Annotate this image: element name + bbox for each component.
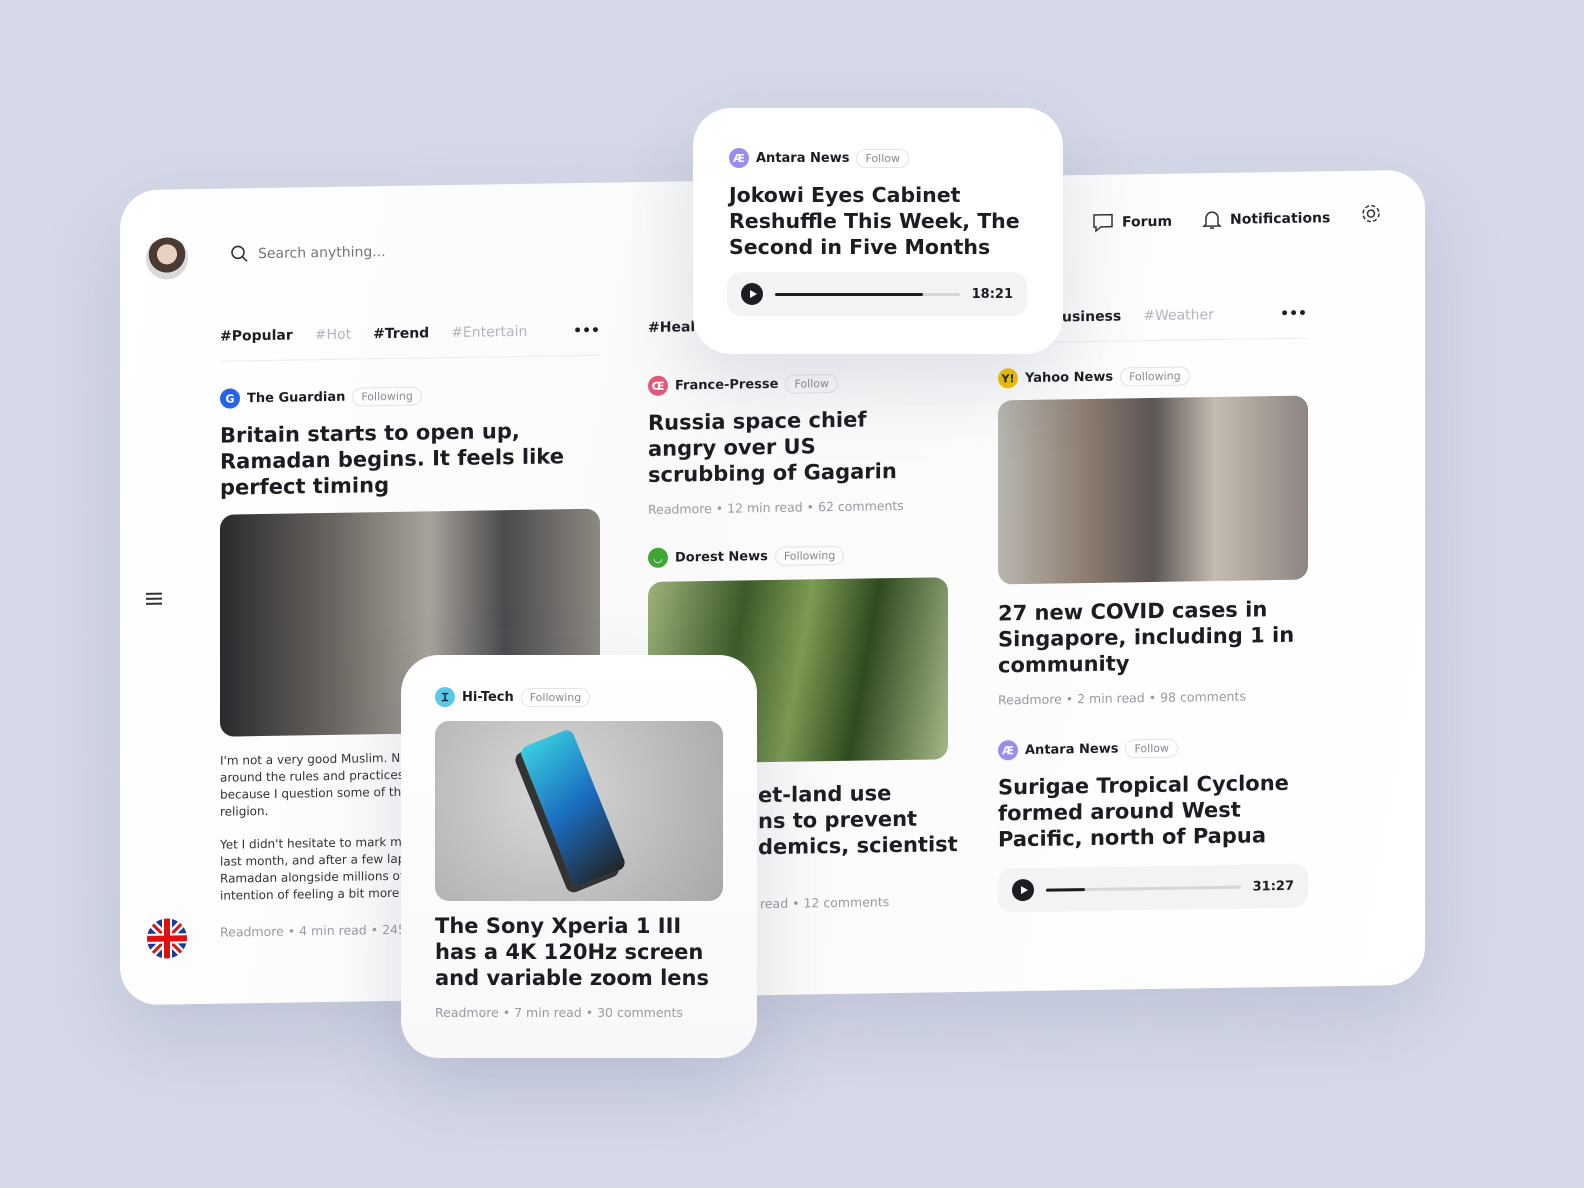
readmore-link[interactable]: Readmore [220,924,284,940]
forum-label: Forum [1122,213,1173,231]
article-meta: Readmore • 7 min read • 30 comments [435,1005,683,1020]
source-name: The Guardian [247,389,346,406]
play-icon[interactable] [1012,878,1034,902]
notifications-button[interactable]: Notifications [1202,207,1330,231]
tab-weather[interactable]: #Weather [1143,307,1214,324]
progress-slider[interactable] [775,292,960,296]
follow-button[interactable]: Follow [1125,738,1178,758]
article-title[interactable]: 27 new COVID cases in Singapore, includi… [998,596,1308,679]
featured-article-card[interactable]: Ɪ Hi-Tech Following The Sony Xperia 1 III … [401,655,757,1058]
forum-button[interactable]: Forum [1092,212,1172,233]
tab-entertain[interactable]: #Entertain [451,324,527,341]
more-icon[interactable]: ••• [1280,306,1307,322]
article-title[interactable]: The Sony Xperia 1 III has a 4K 120Hz scr… [435,913,723,991]
phone-illustration [518,727,628,889]
article-meta: Readmore • 12 min read • 62 comments [648,497,904,517]
article-title[interactable]: Russia space chief angry over US scrubbi… [648,406,928,488]
source-name: Yahoo News [1025,369,1114,386]
article-antara-cyclone[interactable]: Æ Antara News Follow Surigae Tropical Cycl… [998,736,1308,913]
france-presse-logo: Œ [648,375,668,396]
source-name: Antara News [1025,741,1119,758]
search-input[interactable] [258,242,498,263]
featured-audio-card[interactable]: Æ Antara News Follow Jokowi Eyes Cabinet R… [693,108,1063,354]
readmore-link[interactable]: Readmore [998,691,1062,707]
menu-icon[interactable] [146,590,162,608]
tab-trend[interactable]: #Trend [373,325,429,342]
follow-button[interactable]: Following [1120,365,1190,387]
antara-logo: Æ [729,148,749,168]
article-meta: Readmore • 2 min read • 98 comments [998,688,1246,708]
source-name: Hi-Tech [462,689,514,705]
follow-button[interactable]: Follow [856,148,909,168]
readmore-link[interactable]: Readmore [648,501,712,517]
search-bar[interactable] [230,240,530,265]
yahoo-logo: Y! [998,368,1018,389]
tab-bar-right: usiness #Weather ••• [1062,306,1307,326]
tab-health[interactable]: #Heal [648,319,695,336]
article-title[interactable]: Surigae Tropical Cyclone formed around W… [998,770,1308,853]
audio-player: 31:27 [998,863,1308,913]
more-icon[interactable]: ••• [573,323,600,339]
source-name: France-Presse [675,376,779,394]
uk-flag-icon[interactable] [146,917,188,960]
divider [220,354,600,362]
guardian-logo: G [220,388,240,409]
source-name: Antara News [756,150,850,166]
article-meta: read • 12 comments [760,894,890,912]
notifications-label: Notifications [1230,210,1331,228]
tab-hot[interactable]: #Hot [315,327,351,344]
avatar[interactable] [146,237,188,280]
tab-bar-left: #Popular #Hot #Trend #Entertain ••• [220,323,600,345]
antara-logo: Æ [998,740,1018,761]
article-title[interactable]: et-land use ns to prevent demics, scientis… [758,779,958,860]
follow-button[interactable]: Following [520,687,591,707]
article-france-presse[interactable]: Œ France-Presse Follow Russia space chief … [648,371,948,517]
readmore-link[interactable]: Readmore [435,1005,499,1020]
bell-icon [1202,211,1222,229]
article-image[interactable] [998,395,1308,585]
chat-icon [1093,213,1113,233]
tab-popular[interactable]: #Popular [220,328,293,345]
progress-slider[interactable] [1046,885,1241,892]
source-name: Dorest News [675,548,768,566]
article-title[interactable]: Britain starts to open up, Ramadan begin… [220,417,600,501]
tab-business[interactable]: usiness [1062,309,1121,326]
search-icon [231,245,248,262]
article-title[interactable]: Jokowi Eyes Cabinet Reshuffle This Week,… [729,182,1027,260]
follow-button[interactable]: Following [774,545,845,566]
article-yahoo[interactable]: Y! Yahoo News Following 27 new COVID cases… [998,364,1308,708]
dorest-logo: ◡ [648,547,668,568]
article-image[interactable] [435,721,723,901]
duration: 31:27 [1252,878,1294,894]
gear-icon[interactable] [1360,202,1382,224]
duration: 18:21 [971,286,1013,302]
follow-button[interactable]: Following [352,386,422,407]
audio-player: 18:21 [727,272,1027,316]
hi-tech-logo: Ɪ [435,687,455,707]
play-icon[interactable] [741,283,763,305]
follow-button[interactable]: Follow [785,373,838,394]
